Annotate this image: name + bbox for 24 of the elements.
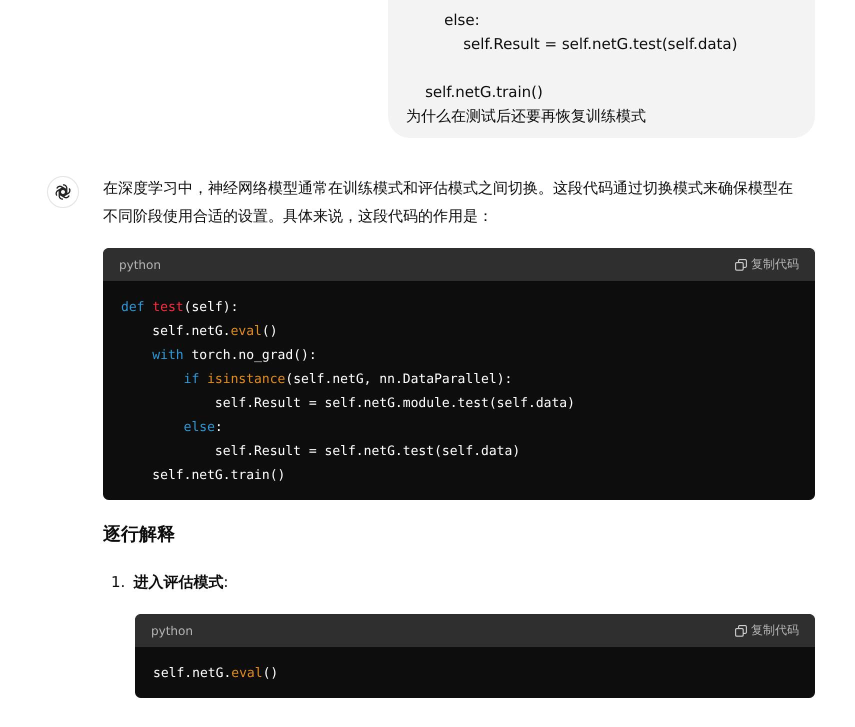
section-heading: 逐行解释	[103, 523, 176, 547]
message-line: self.Result = self.netG.test(self.data)	[462, 34, 738, 55]
code-line: if isinstance(self.netG, nn.DataParallel):	[182, 371, 514, 389]
assistant-avatar-icon	[47, 176, 79, 208]
code-line: with torch.no_grad():	[151, 347, 318, 365]
copy-icon	[735, 624, 747, 636]
code-line: def test(self):	[121, 299, 240, 317]
question-text: 为什么在测试后还要再恢复训练模式	[406, 106, 647, 127]
message-line: else:	[443, 10, 481, 31]
copy-code-button[interactable]: 复制代码	[735, 256, 799, 273]
code-language-label: python	[119, 258, 161, 272]
list-number: 1.	[111, 572, 126, 593]
copy-code-button[interactable]: 复制代码	[735, 622, 799, 639]
code-line: self.netG.eval()	[151, 323, 279, 341]
code-line: self.Result = self.netG.module.test(self.data)	[214, 395, 576, 413]
code-line: self.Result = self.netG.test(self.data)	[214, 443, 522, 461]
answer-paragraph: 在深度学习中，神经网络模型通常在训练模式和评估模式之间切换。这段代码通过切换模式来确保模型在不同阶段使用合适的设置。具体来说，这段代码的作用是：	[103, 178, 794, 227]
code-line: else:	[182, 419, 224, 437]
code-language-label: python	[151, 624, 193, 638]
code-line: self.netG.eval()	[153, 665, 280, 683]
copy-icon	[735, 258, 747, 270]
step-title: 进入评估模式:	[133, 572, 228, 593]
code-line: self.netG.train()	[151, 467, 286, 485]
message-line: self.netG.train()	[424, 82, 544, 103]
